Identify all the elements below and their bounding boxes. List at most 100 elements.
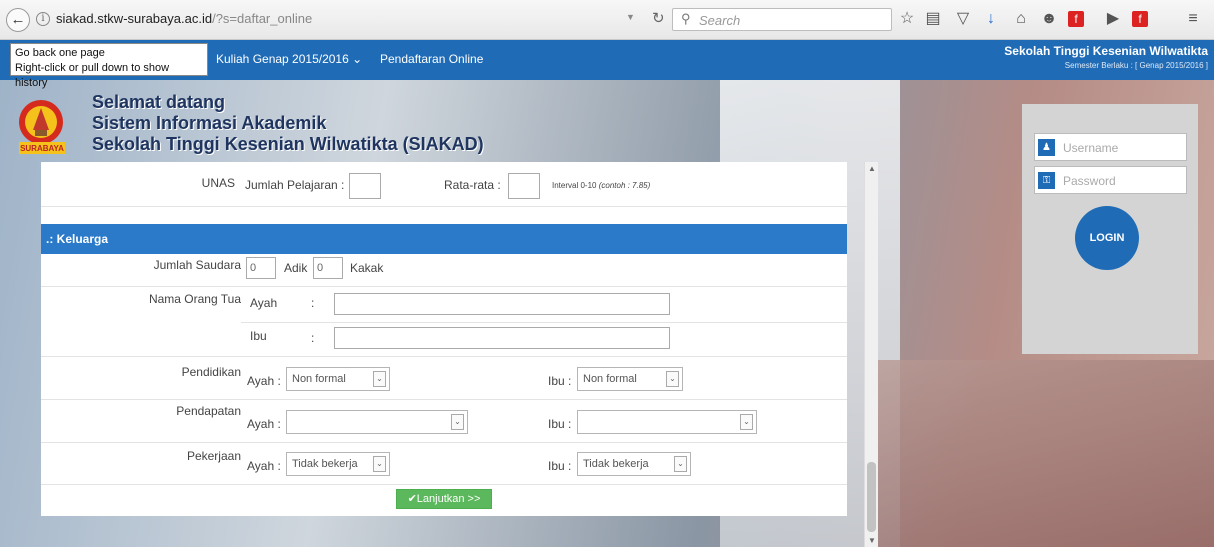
- divider: [41, 286, 847, 287]
- pendapatan-ibu-select[interactable]: ⌄: [577, 410, 757, 434]
- search-placeholder: Search: [699, 13, 741, 28]
- scroll-down-icon[interactable]: ▼: [868, 536, 876, 545]
- jumlah-saudara-label: Jumlah Saudara: [153, 258, 241, 272]
- nav-pendaftaran[interactable]: Pendaftaran Online: [380, 52, 483, 66]
- scrollbar[interactable]: ▲ ▼: [864, 162, 878, 547]
- flash-icon[interactable]: f: [1068, 11, 1084, 27]
- chevron-down-icon: ⌄: [352, 52, 363, 66]
- tooltip-line-2: Right-click or pull down to show history: [15, 62, 170, 89]
- pendapatan-ayah-prefix: Ayah :: [247, 417, 281, 431]
- nav-kuliah[interactable]: Kuliah Genap 2015/2016 ⌄: [216, 52, 362, 66]
- pendidikan-ayah-value: Non formal: [292, 373, 346, 385]
- nama-ayah-input[interactable]: [334, 293, 670, 315]
- login-button[interactable]: LOGIN: [1075, 206, 1139, 270]
- url-bar[interactable]: siakad.stkw-surabaya.ac.id/?s=daftar_onl…: [56, 7, 616, 31]
- pendapatan-label: Pendapatan: [176, 404, 241, 418]
- chevron-down-icon: ⌄: [740, 414, 753, 430]
- registration-form: UNAS Jumlah Pelajaran : Rata-rata : Inte…: [41, 162, 847, 516]
- smiley-icon[interactable]: ☻: [1038, 8, 1060, 30]
- pendidikan-ibu-value: Non formal: [583, 373, 637, 385]
- system-name: Sistem Informasi Akademik: [92, 113, 327, 133]
- pekerjaan-ayah-value: Tidak bekerja: [292, 458, 358, 470]
- pekerjaan-ibu-value: Tidak bekerja: [583, 458, 649, 470]
- password-placeholder: Password: [1063, 174, 1116, 188]
- username-input[interactable]: ♟ Username: [1034, 133, 1187, 161]
- chevron-down-icon: ⌄: [451, 414, 464, 430]
- tooltip-line-1: Go back one page: [15, 47, 105, 59]
- chevron-down-icon: ⌄: [666, 371, 679, 387]
- pekerjaan-ibu-select[interactable]: Tidak bekerja ⌄: [577, 452, 691, 476]
- colon: :: [311, 296, 315, 310]
- school-logo: SURABAYA: [19, 100, 65, 154]
- url-dropdown-icon[interactable]: ▼: [626, 12, 635, 22]
- pendapatan-ayah-select[interactable]: ⌄: [286, 410, 468, 434]
- scrollbar-thumb[interactable]: [867, 462, 876, 532]
- unas-label: UNAS: [201, 176, 235, 190]
- info-icon[interactable]: i: [36, 12, 50, 26]
- ayah-label: Ayah: [250, 296, 278, 310]
- divider: [41, 484, 847, 485]
- scroll-up-icon[interactable]: ▲: [868, 164, 876, 173]
- search-input[interactable]: ⚲ Search: [672, 8, 892, 31]
- bookmark-star-icon[interactable]: ☆: [896, 8, 918, 30]
- pendidikan-ibu-select[interactable]: Non formal ⌄: [577, 367, 683, 391]
- chevron-down-icon: ⌄: [373, 371, 386, 387]
- flash-plugin-icon[interactable]: f: [1132, 11, 1148, 27]
- divider: [41, 442, 847, 443]
- adik-label: Adik: [284, 261, 308, 275]
- jumlah-pelajaran-input[interactable]: [349, 173, 381, 199]
- nama-orang-tua-label: Nama Orang Tua: [148, 292, 241, 306]
- key-icon: ⚿: [1038, 172, 1055, 189]
- section-keluarga: .: Keluarga: [41, 224, 847, 254]
- adik-input[interactable]: 0: [246, 257, 276, 279]
- youtube-icon[interactable]: ▶: [1102, 8, 1124, 30]
- interval-example: (contoh : 7.85): [598, 181, 651, 190]
- back-arrow-icon[interactable]: ←: [6, 8, 30, 32]
- back-tooltip: Go back one page Right-click or pull dow…: [10, 43, 208, 89]
- browser-toolbar: ← i siakad.stkw-surabaya.ac.id/?s=daftar…: [0, 0, 1214, 40]
- lanjutkan-button[interactable]: ✔Lanjutkan >>: [396, 489, 492, 509]
- download-icon[interactable]: ↓: [980, 8, 1002, 30]
- pendidikan-ayah-select[interactable]: Non formal ⌄: [286, 367, 390, 391]
- menu-icon[interactable]: ≡: [1182, 8, 1204, 30]
- nav-kuliah-label: Kuliah Genap 2015/2016: [216, 52, 349, 66]
- url-host: siakad.stkw-surabaya.ac.id: [56, 11, 213, 26]
- chevron-down-icon: ⌄: [674, 456, 687, 472]
- pendidikan-ayah-prefix: Ayah :: [247, 374, 281, 388]
- colon: :: [311, 331, 315, 345]
- divider: [241, 322, 847, 323]
- checkmark-icon: ✔: [407, 493, 417, 505]
- password-input[interactable]: ⚿ Password: [1034, 166, 1187, 194]
- reading-list-icon[interactable]: ▤: [922, 8, 944, 30]
- pekerjaan-ibu-prefix: Ibu :: [548, 459, 572, 473]
- reload-icon[interactable]: ↻: [652, 9, 665, 27]
- pendidikan-ibu-prefix: Ibu :: [548, 374, 572, 388]
- pocket-icon[interactable]: ▽: [952, 8, 974, 30]
- welcome-line: Selamat datang: [92, 92, 226, 112]
- rata-rata-input[interactable]: [508, 173, 540, 199]
- lanjutkan-label: Lanjutkan >>: [416, 493, 481, 505]
- kakak-label: Kakak: [350, 261, 384, 275]
- home-icon[interactable]: ⌂: [1010, 8, 1032, 30]
- chevron-down-icon: ⌄: [373, 456, 386, 472]
- divider: [41, 399, 847, 400]
- semester-info: Semester Berlaku : [ Genap 2015/2016 ]: [1064, 61, 1208, 70]
- interval-hint: Interval 0-10 (contoh : 7.85): [552, 181, 650, 190]
- welcome-header: Selamat datang Sistem Informasi Akademik…: [92, 92, 484, 155]
- pekerjaan-ayah-prefix: Ayah :: [247, 459, 281, 473]
- institution-name: Sekolah Tinggi Kesenian Wilwatikta (SIAK…: [92, 134, 484, 154]
- url-path: /?s=daftar_online: [212, 11, 313, 26]
- username-placeholder: Username: [1063, 141, 1119, 155]
- background-rooftop: [870, 360, 1214, 547]
- kakak-input[interactable]: 0: [313, 257, 343, 279]
- interval-hint-text: Interval 0-10: [552, 181, 597, 190]
- toolbar-icons: ☆ ▤ ▽ ↓ ⌂ ☻ f ▶ f ≡: [892, 8, 1214, 32]
- login-panel: ♟ Username ⚿ Password LOGIN: [1022, 104, 1198, 354]
- logo-text: SURABAYA: [20, 144, 64, 153]
- pendapatan-ibu-prefix: Ibu :: [548, 417, 572, 431]
- pekerjaan-ayah-select[interactable]: Tidak bekerja ⌄: [286, 452, 390, 476]
- school-name: Sekolah Tinggi Kesenian Wilwatikta: [1004, 44, 1208, 58]
- divider: [41, 206, 847, 207]
- rata-rata-label: Rata-rata :: [444, 178, 501, 192]
- nama-ibu-input[interactable]: [334, 327, 670, 349]
